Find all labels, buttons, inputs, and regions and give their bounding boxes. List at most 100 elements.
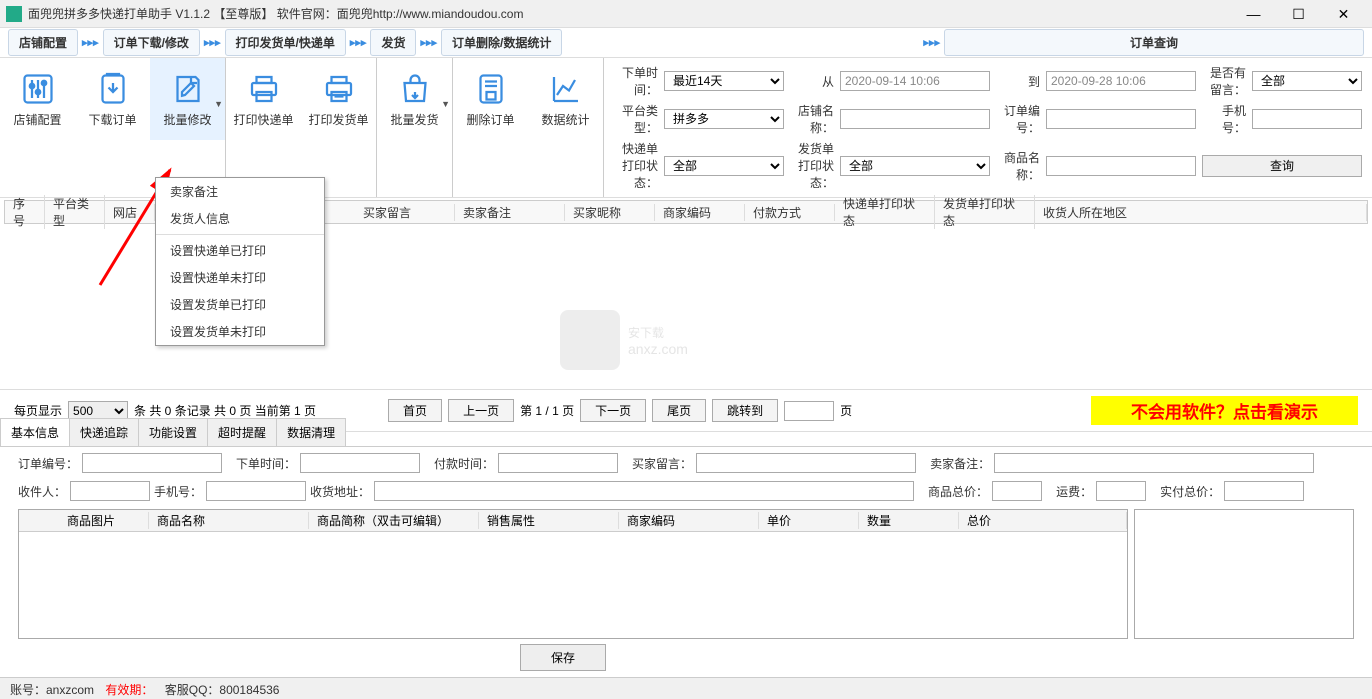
step-order-query[interactable]: 订单查询 (944, 29, 1364, 56)
input-date-to[interactable] (1046, 71, 1196, 91)
tab-function-settings[interactable]: 功能设置 (138, 418, 208, 446)
arrow-icon: ▸▸▸ (80, 36, 101, 49)
tb-shop-config[interactable]: 店铺配置 (0, 58, 75, 140)
delete-icon (473, 71, 509, 107)
col-unit-price: 单价 (759, 512, 859, 529)
label-order-no: 订单编号： (996, 102, 1040, 136)
label-page-suffix: 页 (840, 402, 852, 419)
tab-data-cleanup[interactable]: 数据清理 (276, 418, 346, 446)
tb-download-order[interactable]: 下载订单 (75, 58, 150, 140)
tb-print-delivery[interactable]: 打印发货单 (301, 58, 376, 140)
input-d-sellermsg[interactable] (994, 453, 1314, 473)
label-goods-name: 商品名称： (996, 149, 1040, 183)
input-d-ship[interactable] (1096, 481, 1146, 501)
col-payment: 付款方式 (745, 204, 835, 221)
tab-basic-info[interactable]: 基本信息 (0, 418, 70, 446)
step-ship[interactable]: 发货 (370, 29, 416, 56)
select-platform[interactable]: 拼多多 (664, 109, 784, 129)
menu-set-express-printed[interactable]: 设置快递单已打印 (156, 237, 324, 264)
printer-icon (321, 71, 357, 107)
query-button[interactable]: 查询 (1202, 155, 1362, 177)
input-d-order[interactable] (82, 453, 222, 473)
select-express-status[interactable]: 全部 (664, 156, 784, 176)
col-total: 总价 (959, 512, 1127, 529)
download-icon (95, 71, 131, 107)
label-phone: 手机号： (1202, 102, 1246, 136)
tab-timeout-alert[interactable]: 超时提醒 (207, 418, 277, 446)
col-buyer-nick: 买家昵称 (565, 204, 655, 221)
menu-sender-info[interactable]: 发货人信息 (156, 205, 324, 232)
sliders-icon (20, 71, 56, 107)
input-d-recv[interactable] (70, 481, 150, 501)
goods-table: 商品图片 商品名称 商品简称（双击可编辑） 销售属性 商家编码 单价 数量 总价 (18, 509, 1128, 639)
label-d-order: 订单编号： (18, 455, 78, 472)
input-date-from[interactable] (840, 71, 990, 91)
label-pagesize: 每页显示 (14, 402, 62, 419)
col-region: 收货人所在地区 (1035, 204, 1367, 221)
tab-express-track[interactable]: 快递追踪 (69, 418, 139, 446)
tb-stats[interactable]: 数据统计 (528, 58, 603, 140)
statusbar: 账号：anxzcom 有效期： 客服QQ：800184536 (0, 677, 1372, 699)
printer-icon (246, 71, 282, 107)
detail-panel: 订单编号： 下单时间： 付款时间： 买家留言： 卖家备注： 收件人： 手机号： … (0, 443, 1372, 649)
label-d-total: 商品总价： (928, 483, 988, 500)
label-page-mid: 第 1 / 1 页 (520, 402, 574, 419)
step-shop-config[interactable]: 店铺配置 (8, 29, 78, 56)
col-merchant-code2: 商家编码 (619, 512, 759, 529)
step-bar: 店铺配置 ▸▸▸ 订单下载/修改 ▸▸▸ 打印发货单/快递单 ▸▸▸ 发货 ▸▸… (0, 28, 1372, 58)
tb-batch-ship[interactable]: 批量发货 ▼ (377, 58, 452, 140)
filter-panel: 下单时间： 最近14天 从 到 是否有留言： 全部 平台类型： 拼多多 店铺名称… (604, 58, 1372, 197)
input-order-no[interactable] (1046, 109, 1196, 129)
close-button[interactable]: ✕ (1321, 0, 1366, 28)
input-d-pay[interactable] (498, 453, 618, 473)
select-order-time[interactable]: 最近14天 (664, 71, 784, 91)
menu-set-express-unprinted[interactable]: 设置快递单未打印 (156, 264, 324, 291)
maximize-button[interactable]: ☐ (1276, 0, 1321, 28)
step-print[interactable]: 打印发货单/快递单 (225, 29, 346, 56)
arrow-icon: ▸▸▸ (348, 36, 369, 49)
step-order-download[interactable]: 订单下载/修改 (103, 29, 200, 56)
arrow-icon: ▸▸▸ (921, 36, 942, 49)
input-d-real[interactable] (1224, 481, 1304, 501)
input-goods-name[interactable] (1046, 156, 1196, 176)
label-d-addr: 收货地址： (310, 483, 370, 500)
step-delete-stats[interactable]: 订单删除/数据统计 (441, 29, 562, 56)
col-goods-short: 商品简称（双击可编辑） (309, 512, 479, 529)
col-express-print: 快递单打印状态 (835, 195, 935, 229)
col-goods-name: 商品名称 (149, 512, 309, 529)
col-delivery-print: 发货单打印状态 (935, 195, 1035, 229)
select-delivery-status[interactable]: 全部 (840, 156, 990, 176)
minimize-button[interactable]: — (1231, 0, 1276, 28)
label-d-time: 下单时间： (236, 455, 296, 472)
menu-set-delivery-printed[interactable]: 设置发货单已打印 (156, 291, 324, 318)
tb-print-express[interactable]: 打印快递单 (226, 58, 301, 140)
titlebar: 面兜兜拼多多快递打单助手 V1.1.2 【至尊版】 软件官网：面兜兜http:/… (0, 0, 1372, 28)
select-has-remark[interactable]: 全部 (1252, 71, 1362, 91)
input-shop-name[interactable] (840, 109, 990, 129)
save-button[interactable]: 保存 (520, 644, 606, 671)
lock-bag-icon (560, 310, 620, 370)
col-index: 序号 (5, 195, 45, 229)
tb-batch-edit[interactable]: 批量修改 ▼ (150, 58, 225, 140)
input-d-time[interactable] (300, 453, 420, 473)
detail-sidebox (1134, 509, 1354, 639)
arrow-icon: ▸▸▸ (202, 36, 223, 49)
col-seller-note: 卖家备注 (455, 204, 565, 221)
label-d-pay: 付款时间： (434, 455, 494, 472)
label-order-time: 下单时间： (614, 64, 658, 98)
label-delivery-status: 发货单打印状态： (790, 140, 834, 191)
menu-set-delivery-unprinted[interactable]: 设置发货单未打印 (156, 318, 324, 345)
menu-seller-note[interactable]: 卖家备注 (156, 178, 324, 205)
label-has-remark: 是否有留言： (1202, 64, 1246, 98)
input-d-phone[interactable] (206, 481, 306, 501)
label-platform: 平台类型： (614, 102, 658, 136)
input-d-total[interactable] (992, 481, 1042, 501)
label-d-recv: 收件人： (18, 483, 66, 500)
input-phone[interactable] (1252, 109, 1362, 129)
arrow-icon: ▸▸▸ (418, 36, 439, 49)
input-d-buyermsg[interactable] (696, 453, 916, 473)
col-sale-attr: 销售属性 (479, 512, 619, 529)
status-qq: 客服QQ：800184536 (165, 683, 280, 697)
input-d-addr[interactable] (374, 481, 914, 501)
tb-delete-order[interactable]: 删除订单 (453, 58, 528, 140)
